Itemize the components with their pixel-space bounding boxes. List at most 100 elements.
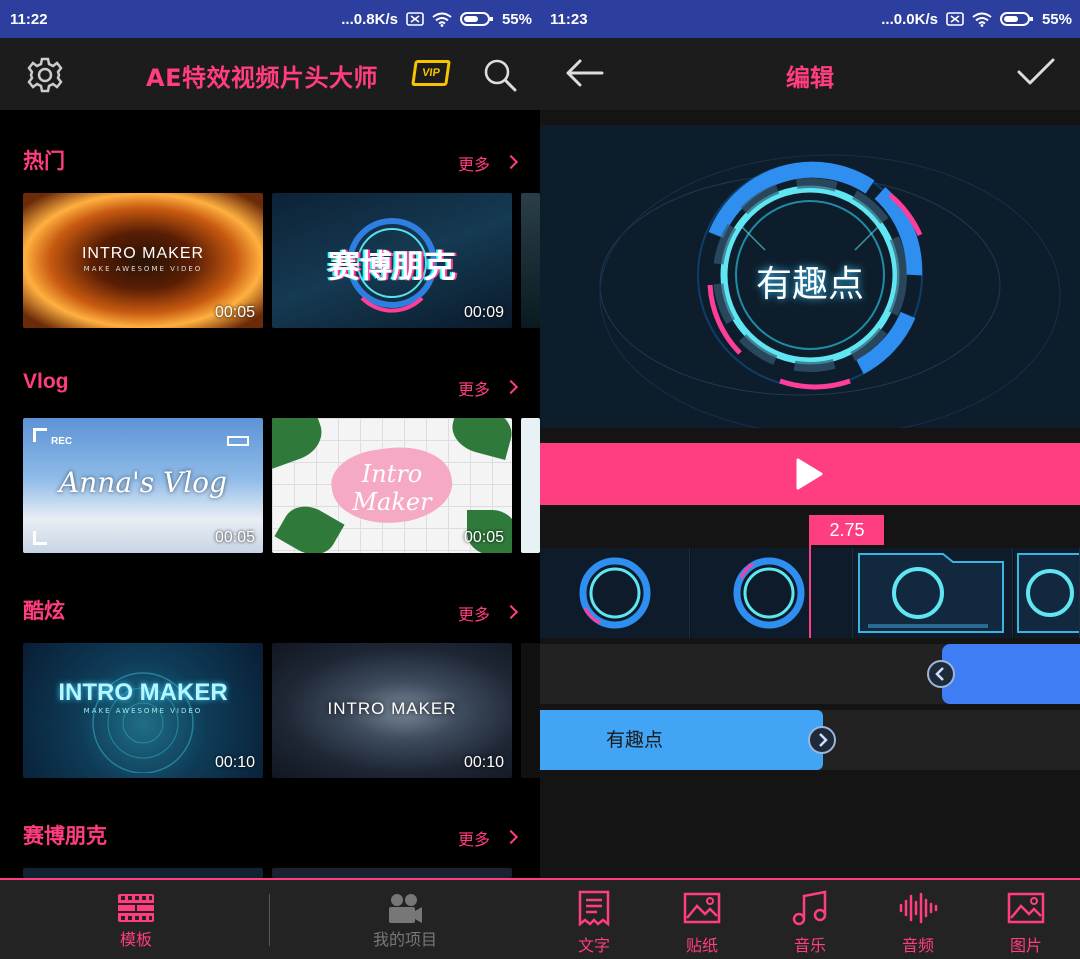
edit-header: 编辑 bbox=[540, 38, 1080, 110]
template-title: INTRO MAKER bbox=[327, 699, 457, 718]
template-duration: 00:05 bbox=[463, 529, 504, 546]
rec-badge: REC bbox=[51, 436, 73, 447]
chevron-right-icon[interactable] bbox=[503, 604, 519, 620]
wifi-icon bbox=[972, 12, 992, 27]
page-title: 编辑 bbox=[786, 64, 834, 92]
tab-templates[interactable]: 模板 bbox=[96, 892, 176, 950]
template-card-partial[interactable] bbox=[521, 193, 540, 328]
tool-text[interactable]: 文字 bbox=[540, 880, 648, 959]
template-card-partial[interactable] bbox=[521, 643, 540, 778]
chevron-right-icon bbox=[819, 733, 828, 747]
template-card-partial[interactable] bbox=[23, 868, 263, 878]
template-title: Intro Maker bbox=[352, 460, 432, 516]
network-speed: ...0.0K/s bbox=[881, 10, 938, 28]
template-duration: 00:10 bbox=[463, 754, 504, 771]
play-icon[interactable] bbox=[794, 458, 824, 490]
image-icon bbox=[1007, 892, 1045, 924]
more-link-vlog[interactable]: 更多 bbox=[458, 376, 490, 400]
template-subtitle: MAKE AWESOME VIDEO bbox=[83, 265, 203, 273]
section-title-cool: 酷炫 bbox=[23, 599, 65, 623]
settings-gear-icon[interactable] bbox=[26, 56, 64, 94]
tool-audio[interactable]: 音频 bbox=[864, 880, 972, 959]
chevron-right-icon[interactable] bbox=[503, 379, 519, 395]
preview-text[interactable]: 有趣点 bbox=[540, 255, 1080, 307]
app-title: AE特效视频片头大师 bbox=[146, 64, 378, 92]
tab-divider bbox=[269, 894, 270, 946]
text-clip[interactable]: 有趣点 bbox=[540, 710, 823, 770]
template-title: INTRO MAKER bbox=[81, 245, 205, 262]
video-frame-thumb bbox=[810, 548, 853, 638]
tool-label: 图片 bbox=[1009, 936, 1042, 955]
section-title-hot: 热门 bbox=[23, 149, 65, 173]
audio-wave-icon bbox=[899, 892, 938, 924]
template-duration: 00:05 bbox=[214, 304, 255, 321]
template-title: Anna's Vlog bbox=[59, 466, 227, 499]
template-card-partial[interactable] bbox=[521, 418, 540, 553]
network-speed: ...0.8K/s bbox=[341, 10, 398, 28]
chevron-right-icon[interactable] bbox=[503, 154, 519, 170]
template-card-partial[interactable] bbox=[272, 868, 512, 878]
search-icon[interactable] bbox=[482, 57, 518, 93]
sim-icon bbox=[946, 12, 964, 26]
more-link-cyberpunk[interactable]: 更多 bbox=[458, 826, 490, 850]
template-card[interactable]: INTRO MAKER MAKE AWESOME VIDEO 00:10 bbox=[23, 643, 263, 778]
sticker-icon bbox=[683, 892, 721, 924]
edit-toolbar: 文字 贴纸 音乐 音频 图片 bbox=[540, 878, 1080, 959]
template-card[interactable]: INTRO MAKER MAKE AWESOME VIDEO 00:05 bbox=[23, 193, 263, 328]
more-link-hot[interactable]: 更多 bbox=[458, 151, 490, 175]
battery-level: 55% bbox=[1041, 10, 1072, 28]
film-icon bbox=[118, 894, 154, 922]
rec-corner bbox=[33, 531, 47, 545]
tool-music[interactable]: 音乐 bbox=[756, 880, 864, 959]
tool-label: 音乐 bbox=[793, 936, 826, 955]
template-duration: 00:05 bbox=[214, 529, 255, 546]
template-duration: 00:09 bbox=[463, 304, 504, 321]
tool-label: 文字 bbox=[577, 936, 610, 955]
template-card[interactable]: REC Anna's Vlog 00:05 bbox=[23, 418, 263, 553]
tool-image[interactable]: 图片 bbox=[972, 880, 1080, 959]
battery-icon bbox=[459, 12, 493, 26]
video-frame-thumb bbox=[1014, 548, 1080, 638]
battery-icon bbox=[999, 12, 1033, 26]
leaf-decoration bbox=[447, 418, 512, 460]
template-card[interactable]: 赛博朋克 00:09 bbox=[272, 193, 512, 328]
template-screen: 11:22 ...0.8K/s 55% AE特效视频片头大师 VIP 热门 更多… bbox=[0, 0, 540, 959]
tool-label: 贴纸 bbox=[685, 936, 718, 955]
clip-handle-left[interactable] bbox=[927, 660, 955, 688]
tab-my-projects[interactable]: 我的项目 bbox=[360, 892, 450, 950]
template-title: INTRO MAKER bbox=[58, 679, 228, 706]
status-bar: 11:23 ...0.0K/s 55% bbox=[540, 0, 1080, 38]
playhead-time[interactable]: 2.75 bbox=[810, 515, 884, 545]
battery-frame-icon bbox=[227, 436, 249, 446]
edit-screen: 11:23 ...0.0K/s 55% 编辑 有趣点 2.75 有趣点 文字 贴… bbox=[540, 0, 1080, 959]
play-bar[interactable] bbox=[540, 443, 1080, 505]
template-card[interactable]: Intro Maker 00:05 bbox=[272, 418, 512, 553]
section-title-vlog: Vlog bbox=[23, 370, 69, 393]
app-header: AE特效视频片头大师 VIP bbox=[0, 38, 540, 110]
battery-level: 55% bbox=[501, 10, 532, 28]
text-doc-icon bbox=[578, 890, 610, 927]
chevron-right-icon[interactable] bbox=[503, 829, 519, 845]
template-card[interactable]: INTRO MAKER 00:10 bbox=[272, 643, 512, 778]
vip-badge[interactable]: VIP bbox=[411, 60, 451, 86]
status-time: 11:22 bbox=[10, 10, 48, 28]
camera-icon bbox=[389, 894, 422, 923]
status-time: 11:23 bbox=[550, 10, 588, 28]
chevron-left-icon bbox=[935, 667, 944, 681]
video-preview[interactable]: 有趣点 bbox=[540, 125, 1080, 428]
video-frame-thumb bbox=[540, 548, 690, 638]
music-icon bbox=[792, 890, 827, 926]
video-frame-thumb bbox=[853, 548, 1013, 638]
status-bar: 11:22 ...0.8K/s 55% bbox=[0, 0, 540, 38]
section-title-cyberpunk: 赛博朋克 bbox=[23, 824, 107, 848]
more-link-cool[interactable]: 更多 bbox=[458, 601, 490, 625]
clip-handle-right[interactable] bbox=[808, 726, 836, 754]
template-duration: 00:10 bbox=[214, 754, 255, 771]
wifi-icon bbox=[432, 12, 452, 27]
rec-corner bbox=[33, 428, 47, 442]
confirm-check-icon[interactable] bbox=[1016, 56, 1056, 88]
tab-label: 模板 bbox=[119, 930, 152, 949]
tool-sticker[interactable]: 贴纸 bbox=[648, 880, 756, 959]
sim-icon bbox=[406, 12, 424, 26]
effect-clip[interactable] bbox=[942, 644, 1080, 704]
